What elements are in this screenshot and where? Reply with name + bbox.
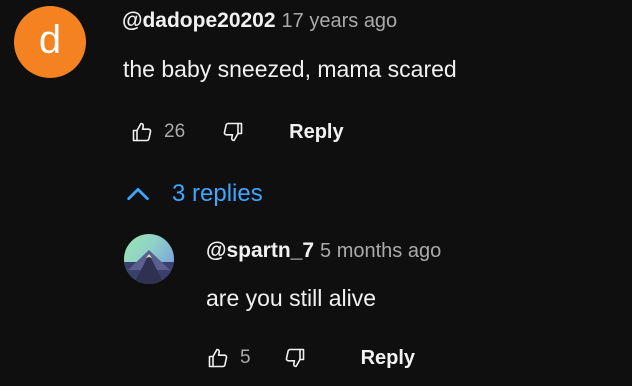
comment-author[interactable]: @dadope20202 [122, 9, 276, 32]
thumbs-up-icon[interactable] [124, 114, 160, 150]
reply-button[interactable]: Reply [289, 121, 343, 144]
reply-author[interactable]: @spartn_7 [206, 239, 314, 262]
replies-toggle-button[interactable]: 3 replies [124, 180, 263, 208]
reply-header: @spartn_7 5 months ago [206, 239, 441, 263]
reply-timestamp[interactable]: 5 months ago [320, 240, 441, 262]
comment-header: @dadope20202 17 years ago [122, 9, 397, 33]
comment-actions: 26 Reply [124, 114, 344, 150]
comment-timestamp[interactable]: 17 years ago [282, 10, 398, 32]
thumbs-down-icon[interactable] [277, 340, 313, 376]
chevron-up-icon [124, 180, 152, 208]
like-count: 5 [240, 347, 251, 368]
mountain-avatar-icon[interactable] [124, 234, 174, 284]
comment-thread: d @dadope20202 17 years ago the baby snee… [0, 0, 632, 386]
like-count: 26 [164, 121, 186, 142]
replies-count-label: 3 replies [172, 180, 263, 207]
avatar[interactable]: d [14, 6, 86, 78]
reply-button[interactable]: Reply [361, 347, 415, 370]
thumbs-down-icon[interactable] [215, 114, 251, 150]
comment-text: the baby sneezed, mama scared [123, 56, 457, 82]
thumbs-up-icon[interactable] [200, 340, 236, 376]
reply-text: are you still alive [206, 285, 377, 311]
reply-actions: 5 Reply [200, 340, 415, 376]
